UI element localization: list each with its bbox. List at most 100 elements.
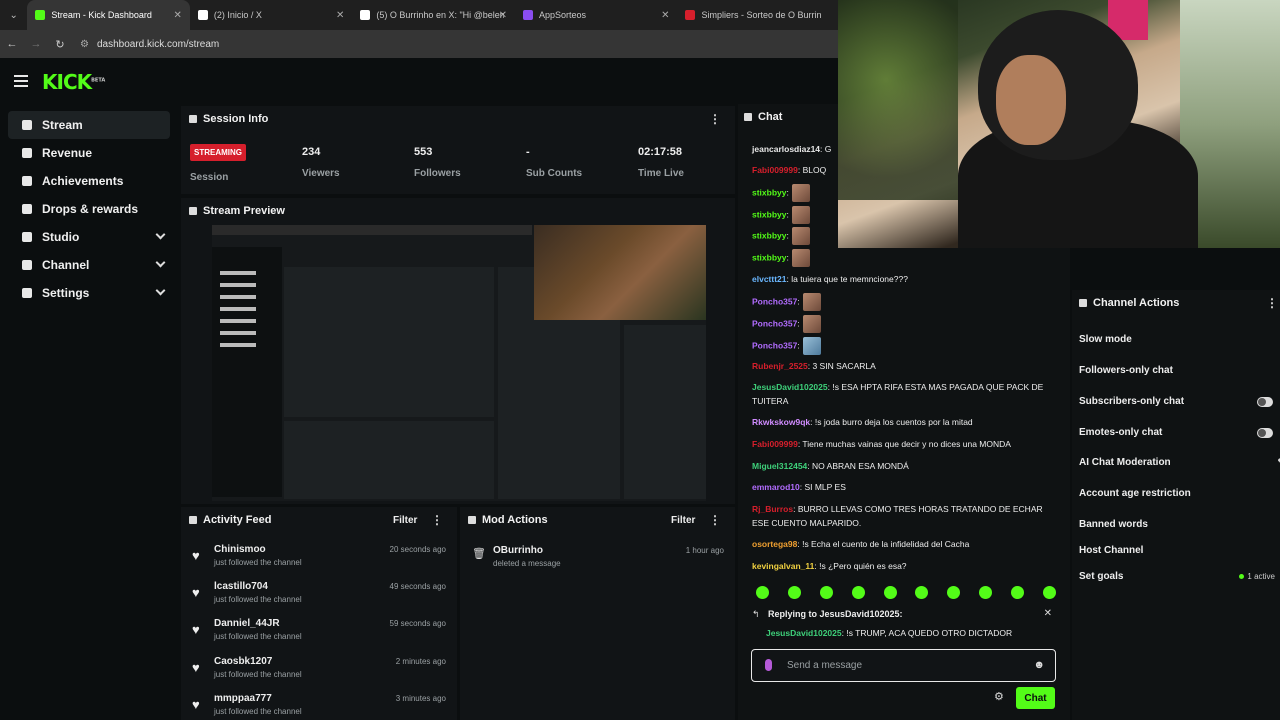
chat-settings-icon[interactable]: ⚙ [994, 690, 1004, 703]
stream-preview-video[interactable] [212, 225, 706, 501]
preview-nested-panel [284, 421, 494, 499]
microphone-icon[interactable] [765, 659, 772, 671]
browser-tab-simpliers[interactable]: Simpliers - Sorteo de O Burrin [677, 0, 840, 30]
hamburger-menu-icon[interactable] [14, 75, 28, 87]
chat-username[interactable]: JesusDavid102025 [752, 382, 828, 392]
activity-filter-button[interactable]: Filter [393, 515, 417, 526]
ai-moderation-item[interactable]: AI Chat Moderation✎ [1079, 457, 1280, 468]
chat-username[interactable]: Poncho357 [752, 340, 797, 350]
close-tab-icon[interactable]: ✕ [499, 10, 507, 21]
host-channel-item[interactable]: Host Channel [1079, 545, 1279, 556]
sidebar-item-studio[interactable]: Studio [8, 223, 170, 251]
chat-message: JesusDavid102025: !s ESA HPTA RIFA ESTA … [752, 380, 1052, 408]
emote-icon[interactable] [756, 586, 769, 599]
url-field[interactable]: ⚙ dashboard.kick.com/stream [80, 39, 219, 50]
chat-username[interactable]: Fabi009999 [752, 439, 798, 449]
chat-username[interactable]: Rkwkskow9qk [752, 417, 810, 427]
chat-username[interactable]: Miguel312454 [752, 461, 807, 471]
mod-username[interactable]: OBurrinho [493, 545, 543, 556]
activity-username[interactable]: Caosbk1207 [214, 656, 272, 667]
chat-username[interactable]: Rubenjr_2525 [752, 361, 808, 371]
sidebar-item-stream[interactable]: Stream [8, 111, 170, 139]
stat-label: Sub Counts [526, 168, 583, 179]
tab-label: AppSorteos [538, 10, 586, 20]
more-options-icon[interactable]: ⋮ [709, 513, 721, 527]
chat-username[interactable]: stixbbyy [752, 252, 787, 262]
emote-icon[interactable] [883, 586, 897, 599]
emote-icon[interactable] [947, 586, 961, 599]
more-options-icon[interactable]: ⋮ [431, 513, 443, 527]
sidebar-item-channel[interactable]: Channel [8, 251, 170, 279]
browser-tab-kick[interactable]: Stream - Kick Dashboard ✕ [27, 0, 190, 30]
chat-username[interactable]: stixbbyy [752, 209, 787, 219]
emote-icon[interactable] [787, 586, 801, 599]
mod-action: deleted a message [493, 559, 561, 568]
chat-username[interactable]: osortega98 [752, 539, 797, 549]
panel-title: Activity Feed [203, 514, 272, 526]
emotes-only-toggle[interactable] [1257, 428, 1273, 438]
close-tab-icon[interactable]: ✕ [336, 10, 344, 21]
more-options-icon[interactable]: ⋮ [709, 112, 721, 126]
chat-username[interactable]: Poncho357 [752, 296, 797, 306]
stat-sub-counts: - Sub Counts [526, 146, 582, 179]
emoji-picker-icon[interactable]: ☻ [1033, 659, 1045, 671]
forward-icon[interactable]: → [24, 38, 48, 50]
activity-username[interactable]: Danniel_44JR [214, 618, 280, 629]
subscribers-only-toggle[interactable] [1257, 397, 1273, 407]
activity-username[interactable]: Chinismoo [214, 544, 266, 555]
gear-icon [22, 288, 32, 298]
kick-logo[interactable]: KICKBETA [42, 70, 105, 94]
chat-username[interactable]: jeancarlosdiaz14 [752, 144, 820, 154]
chat-username[interactable]: Rj_Burros [752, 504, 793, 514]
banned-words-item[interactable]: Banned words› [1079, 519, 1279, 530]
more-options-icon[interactable]: ⋮ [1266, 296, 1278, 310]
chat-input[interactable]: Send a message ☻ [751, 649, 1056, 682]
set-goals-item[interactable]: Set goals 1 active [1079, 571, 1279, 582]
goals-status-text: 1 active [1247, 572, 1275, 581]
sidebar-item-revenue[interactable]: Revenue [8, 139, 170, 167]
sidebar-item-drops[interactable]: Drops & rewards [8, 195, 170, 223]
account-age-item[interactable]: Account age restriction› [1079, 488, 1279, 499]
browser-tab-appsorteos[interactable]: AppSorteos ✕ [515, 0, 678, 30]
browser-tab-x-post[interactable]: (5) O Burrinho en X: "Hi @belen ✕ [352, 0, 515, 30]
reload-icon[interactable]: ↻ [48, 38, 72, 51]
chat-text: : !s Echa el cuento de la infidelidad de… [797, 539, 970, 549]
close-reply-icon[interactable]: ✕ [1044, 608, 1052, 619]
emote-icon[interactable] [979, 586, 993, 599]
heart-icon: ♥ [192, 622, 200, 637]
chat-username[interactable]: Fabi009999 [752, 165, 798, 175]
emote-icon[interactable] [915, 586, 929, 599]
close-tab-icon[interactable]: ✕ [174, 10, 182, 21]
emote-icon[interactable] [1042, 586, 1056, 599]
activity-username[interactable]: lcastillo704 [214, 581, 268, 592]
send-chat-button[interactable]: Chat [1016, 687, 1055, 709]
activity-action: just followed the channel [214, 595, 302, 604]
emote-icon[interactable] [851, 586, 865, 599]
sidebar-item-achievements[interactable]: Achievements [8, 167, 170, 195]
tab-search-icon[interactable]: ⌄ [0, 0, 27, 30]
action-label: Set goals [1079, 571, 1124, 582]
chat-username[interactable]: emmarod10 [752, 482, 800, 492]
action-label: Banned words [1079, 519, 1148, 530]
action-label: Slow mode [1079, 334, 1132, 345]
chat-emote-icon [802, 337, 821, 355]
slow-mode-item[interactable]: Slow mode› [1079, 334, 1279, 345]
close-tab-icon[interactable]: ✕ [661, 10, 669, 21]
chat-username[interactable]: elvcttt21 [752, 274, 787, 284]
emote-icon[interactable] [1011, 586, 1024, 599]
emote-icon[interactable] [819, 586, 833, 599]
mod-filter-button[interactable]: Filter [671, 515, 695, 526]
chat-username[interactable]: stixbbyy [752, 187, 787, 197]
activity-username[interactable]: mmppaa777 [214, 693, 272, 704]
chat-username[interactable]: Poncho357 [752, 318, 797, 328]
chat-username[interactable]: stixbbyy [752, 230, 787, 240]
followers-only-item[interactable]: Followers-only chat› [1079, 365, 1279, 376]
sidebar-item-settings[interactable]: Settings [8, 279, 170, 307]
chat-username[interactable]: kevingalvan_11 [752, 561, 814, 571]
shield-icon [468, 516, 476, 524]
sidebar: Stream Revenue Achievements Drops & rewa… [0, 104, 178, 720]
browser-tab-x-home[interactable]: (2) Inicio / X ✕ [190, 0, 353, 30]
back-icon[interactable]: ← [0, 38, 24, 50]
site-settings-icon[interactable]: ⚙ [80, 39, 89, 50]
goals-status: 1 active [1239, 572, 1275, 581]
